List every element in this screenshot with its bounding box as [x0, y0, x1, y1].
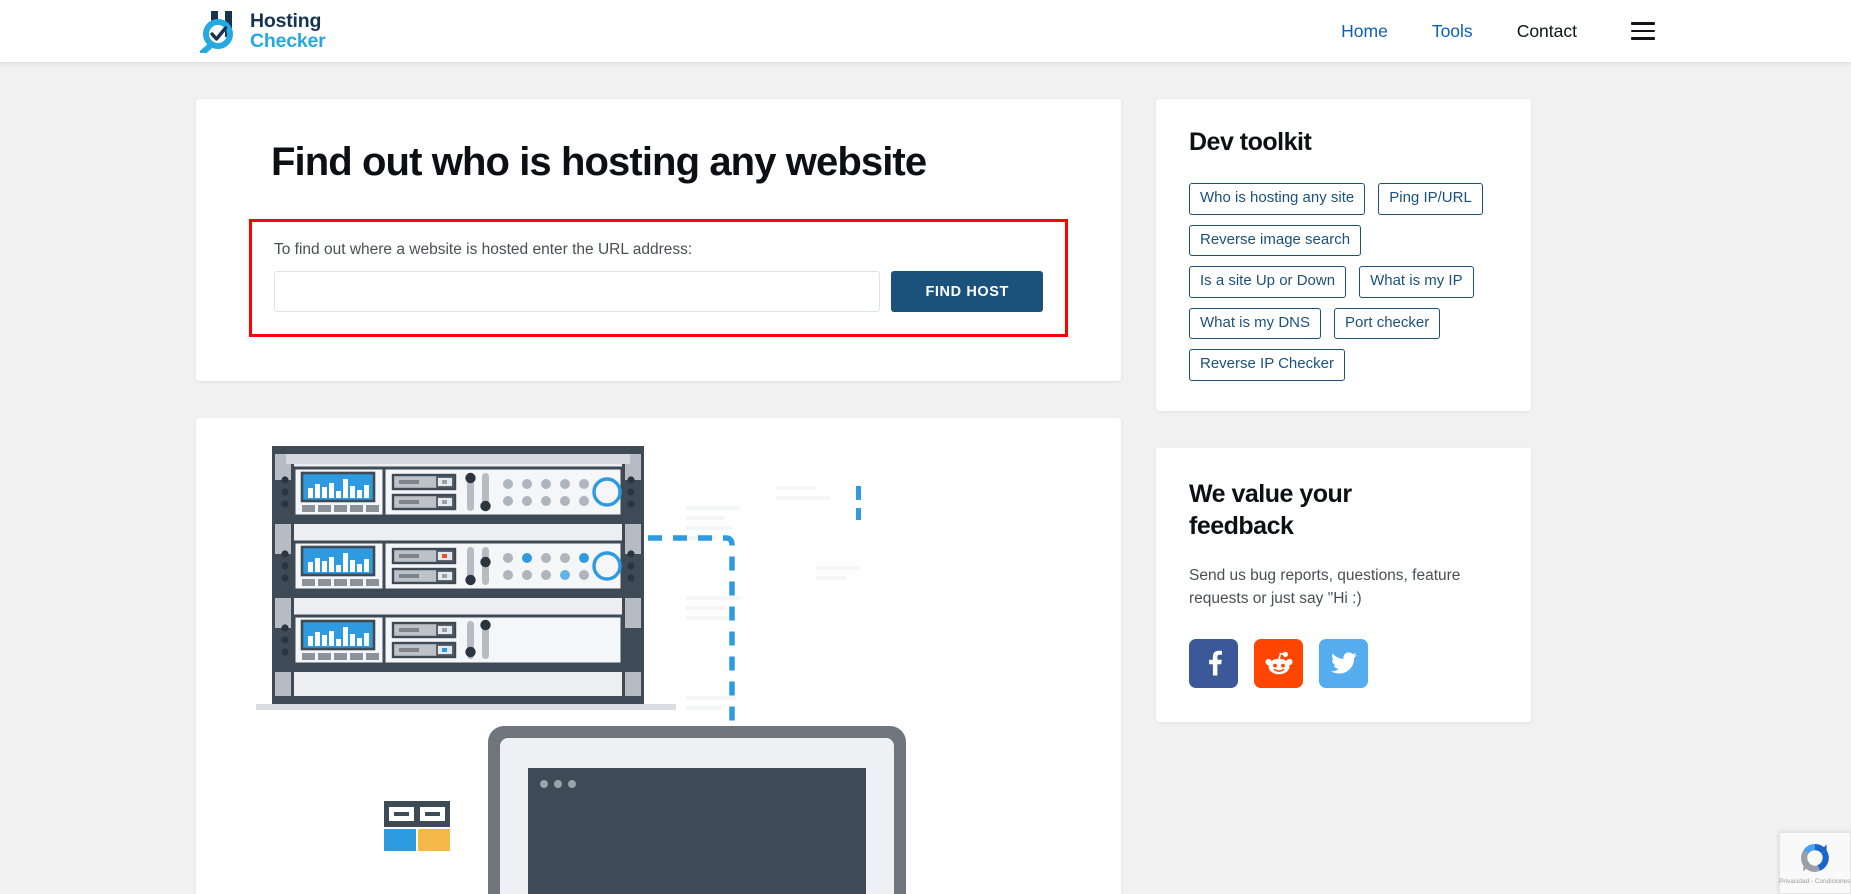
- page-title: Find out who is hosting any website: [271, 140, 927, 184]
- toolkit-tag-is-a-site-up-or-down[interactable]: Is a site Up or Down: [1189, 266, 1347, 298]
- recaptcha-privacy-text: Privacidad - Condiciones: [1779, 878, 1851, 885]
- twitter-glyph: [1330, 652, 1357, 674]
- illustration-card: [196, 418, 1121, 894]
- find-host-button[interactable]: FIND HOST: [891, 271, 1043, 312]
- hosting-checker-logo-icon: [199, 9, 246, 56]
- dev-toolkit-tag-list: Who is hosting any site Ping IP/URL Reve…: [1189, 183, 1498, 381]
- toolkit-tag-port-checker[interactable]: Port checker: [1334, 307, 1441, 339]
- url-input[interactable]: [274, 271, 881, 312]
- facebook-glyph: [1208, 650, 1222, 676]
- nav-link-contact[interactable]: Contact: [1517, 21, 1577, 42]
- toolkit-tag-reverse-ip-checker[interactable]: Reverse IP Checker: [1189, 349, 1345, 381]
- toolkit-tag-what-is-my-ip[interactable]: What is my IP: [1359, 266, 1474, 298]
- hamburger-bar: [1631, 29, 1655, 33]
- logo-line-hosting: Hosting: [250, 9, 322, 32]
- toolkit-tag-ping-ip-url[interactable]: Ping IP/URL: [1378, 183, 1483, 215]
- hamburger-bar: [1631, 37, 1655, 40]
- page-content: Find out who is hosting any website To f…: [0, 62, 1851, 894]
- hamburger-menu-icon[interactable]: [1631, 22, 1655, 40]
- hero-card: Find out who is hosting any website To f…: [196, 99, 1121, 381]
- feedback-title: We value your feedback: [1189, 479, 1352, 540]
- recaptcha-icon: [1801, 844, 1829, 872]
- dev-toolkit-card: Dev toolkit Who is hosting any site Ping…: [1156, 99, 1531, 411]
- dev-toolkit-title: Dev toolkit: [1189, 128, 1312, 156]
- reddit-glyph: [1265, 651, 1292, 675]
- recaptcha-badge[interactable]: Privacidad - Condiciones: [1779, 832, 1851, 894]
- nav-link-home[interactable]: Home: [1341, 21, 1388, 42]
- social-links: [1189, 638, 1498, 688]
- hamburger-bar: [1631, 22, 1655, 25]
- toolkit-tag-what-is-my-dns[interactable]: What is my DNS: [1189, 307, 1322, 339]
- form-label: To find out where a website is hosted en…: [274, 241, 693, 258]
- server-rack-and-laptop-illustration: [256, 446, 906, 894]
- sidebar-column: Dev toolkit Who is hosting any site Ping…: [1156, 99, 1531, 722]
- nav-link-tools[interactable]: Tools: [1432, 21, 1473, 42]
- logo-wordmark: Hosting Checker: [250, 11, 326, 51]
- main-navigation: Home Tools Contact: [1341, 21, 1655, 42]
- feedback-text: Send us bug reports, questions, feature …: [1189, 566, 1461, 608]
- lookup-form-highlight: To find out where a website is hosted en…: [249, 219, 1068, 337]
- site-header: Hosting Checker Home Tools Contact: [0, 0, 1851, 62]
- main-column: Find out who is hosting any website To f…: [196, 99, 1121, 894]
- toolkit-tag-who-is-hosting-any-site[interactable]: Who is hosting any site: [1189, 183, 1366, 215]
- reddit-icon[interactable]: [1254, 638, 1303, 688]
- facebook-icon[interactable]: [1189, 638, 1238, 688]
- feedback-card: We value your feedback Send us bug repor…: [1156, 447, 1531, 722]
- logo-line-checker: Checker: [250, 30, 326, 52]
- toolkit-tag-reverse-image-search[interactable]: Reverse image search: [1189, 224, 1362, 256]
- form-row: FIND HOST: [274, 271, 1043, 312]
- site-logo[interactable]: Hosting Checker: [199, 9, 326, 56]
- twitter-icon[interactable]: [1319, 638, 1368, 688]
